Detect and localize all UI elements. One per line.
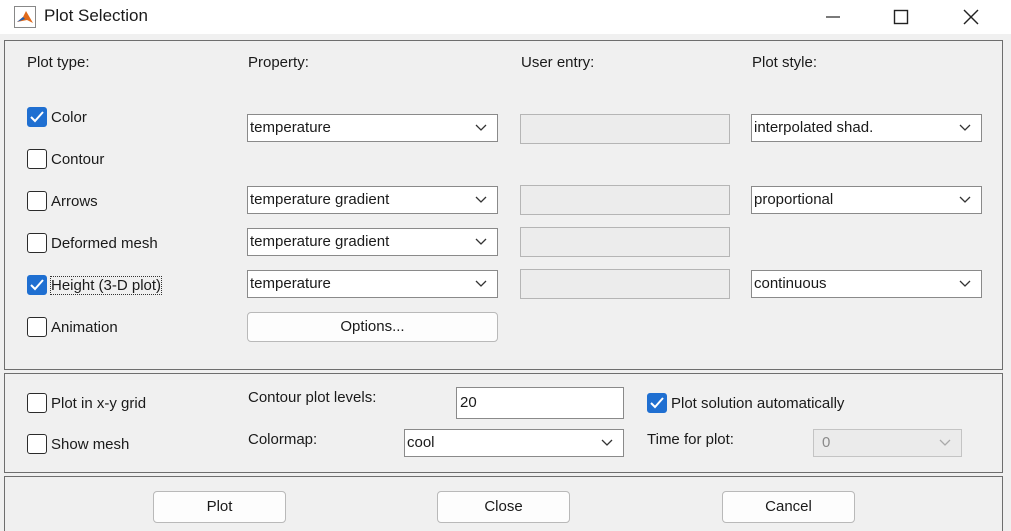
window-title: Plot Selection (44, 6, 148, 25)
color-label: Color (51, 109, 87, 126)
chevron-down-icon (475, 280, 487, 287)
time-for-plot-value: 0 (822, 434, 831, 451)
time-for-plot-dropdown[interactable]: 0 (813, 429, 962, 457)
color-property-value: temperature (250, 119, 331, 136)
arrows-user-entry (520, 185, 730, 215)
deformed-user-entry (520, 227, 730, 257)
deformed-property-dropdown[interactable]: temperature gradient (247, 228, 498, 256)
plot-type-panel: Plot type: Property: User entry: Plot st… (4, 40, 1003, 370)
chevron-down-icon (959, 196, 971, 203)
height-style-dropdown[interactable]: continuous (751, 270, 982, 298)
color-style-value: interpolated shad. (754, 119, 874, 136)
plot-style-header: Plot style: (752, 54, 818, 71)
options-panel: Plot in x-y grid Show mesh Contour plot … (4, 373, 1003, 473)
close-button[interactable]: Close (437, 491, 570, 523)
height-label: Height (3-D plot) (49, 276, 163, 295)
plot-type-header: Plot type: (27, 54, 90, 71)
arrows-style-dropdown[interactable]: proportional (751, 186, 982, 214)
arrows-checkbox[interactable] (27, 191, 47, 211)
arrows-style-value: proportional (754, 191, 834, 208)
auto-plot-checkbox[interactable] (647, 393, 667, 413)
color-user-entry (520, 114, 730, 144)
user-entry-header: User entry: (521, 54, 595, 71)
deformed-property-value: temperature gradient (250, 233, 390, 250)
contour-levels-label: Contour plot levels: (248, 389, 377, 406)
plot-button[interactable]: Plot (153, 491, 286, 523)
show-mesh-label: Show mesh (51, 436, 130, 453)
chevron-down-icon (601, 439, 613, 446)
chevron-down-icon (475, 124, 487, 131)
matlab-logo-icon (14, 6, 36, 28)
height-property-value: temperature (250, 275, 331, 292)
colormap-label: Colormap: (248, 431, 318, 448)
chevron-down-icon (939, 439, 951, 446)
time-for-plot-label: Time for plot: (647, 431, 734, 448)
action-panel: Plot Close Cancel (4, 476, 1003, 531)
maximize-icon (893, 9, 909, 25)
close-window-button[interactable] (936, 0, 1006, 34)
animation-options-button[interactable]: Options... (247, 312, 498, 342)
height-user-entry (520, 269, 730, 299)
property-header: Property: (248, 54, 309, 71)
title-bar: Plot Selection (0, 0, 1011, 34)
xy-grid-checkbox[interactable] (27, 393, 47, 413)
checkmark-icon (650, 397, 664, 409)
contour-label: Contour (51, 151, 105, 168)
maximize-button[interactable] (866, 0, 936, 34)
deformed-mesh-checkbox[interactable] (27, 233, 47, 253)
colormap-dropdown[interactable]: cool (404, 429, 624, 457)
animation-checkbox[interactable] (27, 317, 47, 337)
colormap-value: cool (407, 434, 435, 451)
show-mesh-checkbox[interactable] (27, 434, 47, 454)
close-icon (963, 9, 979, 25)
height-property-dropdown[interactable]: temperature (247, 270, 498, 298)
height-style-value: continuous (754, 275, 827, 292)
color-style-dropdown[interactable]: interpolated shad. (751, 114, 982, 142)
checkmark-icon (30, 111, 44, 123)
arrows-label: Arrows (51, 193, 98, 210)
deformed-mesh-label: Deformed mesh (51, 235, 158, 252)
contour-checkbox[interactable] (27, 149, 47, 169)
color-property-dropdown[interactable]: temperature (247, 114, 498, 142)
chevron-down-icon (959, 280, 971, 287)
minimize-icon (826, 16, 840, 18)
xy-grid-label: Plot in x-y grid (51, 395, 147, 412)
minimize-button[interactable] (798, 0, 868, 34)
checkmark-icon (30, 279, 44, 291)
height-checkbox[interactable] (27, 275, 47, 295)
chevron-down-icon (475, 238, 487, 245)
contour-levels-input[interactable]: 20 (456, 387, 624, 419)
arrows-property-value: temperature gradient (250, 191, 390, 208)
cancel-button[interactable]: Cancel (722, 491, 855, 523)
arrows-property-dropdown[interactable]: temperature gradient (247, 186, 498, 214)
chevron-down-icon (959, 124, 971, 131)
animation-label: Animation (51, 319, 118, 336)
color-checkbox[interactable] (27, 107, 47, 127)
auto-plot-label: Plot solution automatically (671, 395, 845, 412)
chevron-down-icon (475, 196, 487, 203)
